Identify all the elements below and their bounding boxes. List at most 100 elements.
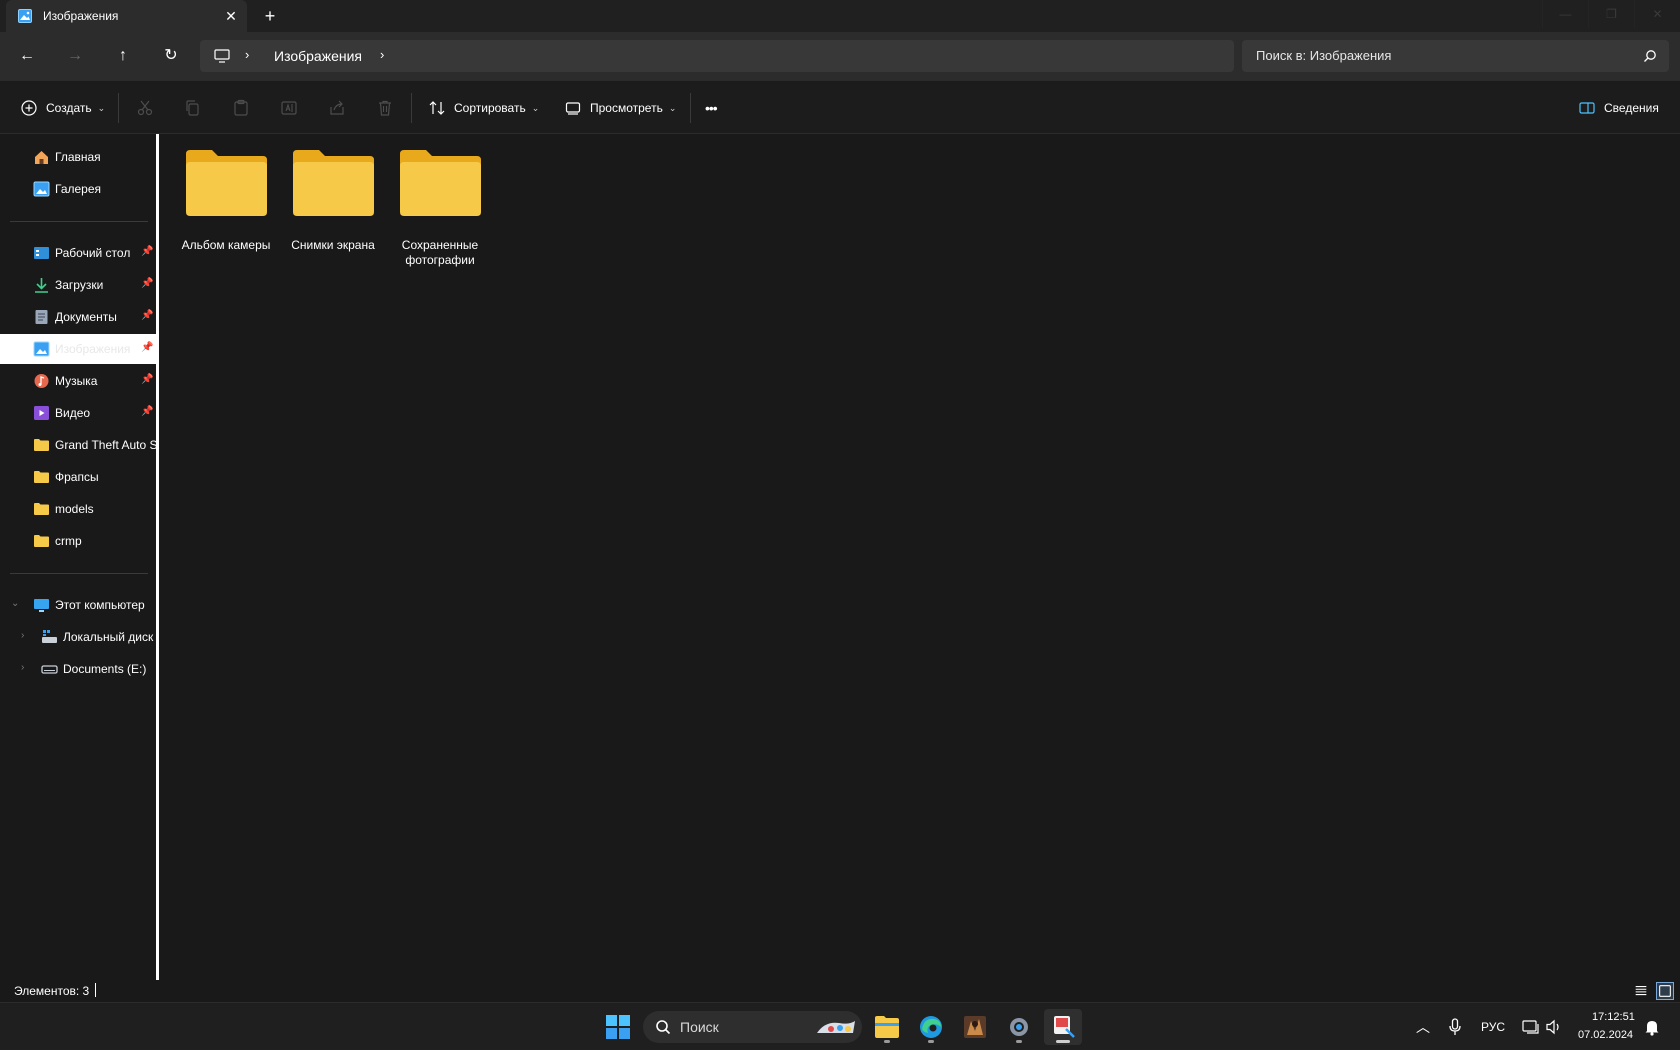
this-pc-icon (34, 599, 49, 612)
details-view-icon[interactable] (1632, 982, 1650, 1000)
clock-date[interactable]: 07.02.2024 (1578, 1029, 1633, 1041)
sidebar-item-downloads[interactable]: Загрузки 📌 (0, 270, 156, 300)
sidebar-item-desktop[interactable]: Рабочий стол 📌 (0, 238, 156, 268)
sidebar-item-home[interactable]: Главная (0, 142, 156, 172)
folder-icon (34, 535, 49, 547)
chevron-right-icon[interactable]: › (21, 662, 24, 673)
share-icon[interactable] (328, 99, 346, 117)
breadcrumb-location[interactable]: Изображения (274, 48, 362, 64)
rename-icon[interactable] (280, 99, 298, 117)
close-window-button[interactable]: ✕ (1634, 0, 1680, 28)
sidebar-item-pictures[interactable]: Изображения 📌 (0, 334, 156, 364)
taskbar-edge[interactable] (912, 1009, 950, 1045)
chevron-down-icon: ⌄ (97, 102, 106, 113)
pin-icon[interactable]: 📌 (141, 342, 153, 353)
sidebar-item-documents[interactable]: Документы 📌 (0, 302, 156, 332)
search-highlight-icon (817, 1021, 855, 1033)
taskbar-snipping-tool[interactable] (1044, 1009, 1082, 1045)
close-icon[interactable]: ✕ (222, 7, 240, 25)
create-label: Создать (46, 101, 92, 115)
videos-icon (34, 406, 49, 420)
folder-icon (34, 503, 49, 515)
maximize-button[interactable]: ❐ (1588, 0, 1634, 28)
running-indicator (1016, 1040, 1022, 1043)
sidebar-item-label: Фрапсы (55, 470, 99, 484)
language-indicator[interactable]: РУС (1481, 1020, 1505, 1034)
sidebar-item-models-folder[interactable]: models (0, 494, 156, 524)
back-button[interactable]: ← (14, 44, 40, 68)
cut-icon[interactable] (136, 99, 154, 117)
window-controls: — ❐ ✕ (1542, 0, 1680, 28)
new-tab-button[interactable]: + (260, 6, 280, 26)
breadcrumb-separator[interactable]: › (245, 47, 249, 62)
address-bar[interactable]: › Изображения › (200, 40, 1234, 72)
breadcrumb-separator[interactable]: › (380, 47, 384, 62)
running-indicator (928, 1040, 934, 1043)
view-button[interactable]: Просмотреть ⌄ (564, 96, 676, 120)
search-box[interactable]: Поиск в: Изображения (1242, 40, 1669, 72)
network-icon[interactable] (1522, 1018, 1540, 1036)
sort-button[interactable]: Сортировать ⌄ (428, 96, 539, 120)
plus-circle-icon (21, 100, 37, 116)
divider (690, 93, 691, 123)
sidebar-item-this-pc[interactable]: ⌄ Этот компьютер (0, 590, 156, 620)
chevron-down-icon[interactable]: ⌄ (11, 598, 19, 609)
show-hidden-icons-button[interactable]: ︿ (1416, 1017, 1430, 1037)
downloads-icon (35, 278, 48, 293)
pin-icon[interactable]: 📌 (141, 246, 153, 257)
monitor-icon (214, 49, 230, 63)
folder-icon (293, 150, 374, 216)
more-options-button[interactable]: ••• (705, 96, 718, 120)
volume-icon[interactable] (1545, 1018, 1563, 1036)
taskbar-game-app[interactable] (956, 1009, 994, 1045)
start-button[interactable] (599, 1009, 637, 1045)
tab-pictures[interactable]: Изображения ✕ (6, 0, 247, 32)
sort-label: Сортировать (454, 101, 526, 115)
sidebar-item-documents-drive[interactable]: › Documents (E:) (0, 654, 156, 684)
sidebar-item-local-disk[interactable]: › Локальный диск (0, 622, 156, 652)
sidebar-item-label: Главная (55, 150, 101, 164)
pin-icon[interactable]: 📌 (141, 374, 153, 385)
copy-icon[interactable] (184, 99, 202, 117)
sidebar-item-music[interactable]: Музыка 📌 (0, 366, 156, 396)
taskbar-file-explorer[interactable] (868, 1009, 906, 1045)
sidebar-item-fraps-folder[interactable]: Фрапсы (0, 462, 156, 492)
clock-time[interactable]: 17:12:51 (1592, 1011, 1635, 1023)
sidebar-item-videos[interactable]: Видео 📌 (0, 398, 156, 428)
up-button[interactable]: ↑ (110, 44, 136, 68)
folder-item[interactable]: Сохраненные фотографии (390, 148, 490, 268)
folder-item[interactable]: Снимки экрана (283, 148, 383, 268)
refresh-button[interactable]: ↻ (158, 44, 184, 68)
folder-icon (186, 150, 267, 216)
sidebar-item-gallery[interactable]: Галерея (0, 174, 156, 204)
file-explorer-window: Изображения ✕ + — ❐ ✕ ← → ↑ ↻ › Изображе… (0, 0, 1680, 1002)
taskbar-settings[interactable] (1000, 1009, 1038, 1045)
search-input[interactable]: Поиск в: Изображения (1256, 48, 1391, 63)
paste-icon[interactable] (232, 99, 250, 117)
notification-bell-icon[interactable] (1644, 1018, 1660, 1036)
folder-item[interactable]: Альбом камеры (176, 148, 276, 268)
pictures-icon (18, 9, 32, 23)
minimize-button[interactable]: — (1542, 0, 1588, 28)
pin-icon[interactable]: 📌 (141, 406, 153, 417)
search-icon (1644, 50, 1656, 62)
pin-icon[interactable]: 📌 (141, 278, 153, 289)
sidebar-item-label: Локальный диск (63, 630, 154, 644)
drive-icon (41, 665, 58, 674)
taskbar-search[interactable]: Поиск (643, 1011, 862, 1043)
search-icon (656, 1020, 671, 1035)
details-pane-button[interactable]: Сведения (1578, 96, 1659, 120)
taskbar-search-label: Поиск (680, 1019, 719, 1035)
forward-button[interactable]: → (62, 44, 88, 68)
sidebar-item-gta-folder[interactable]: Grand Theft Auto S (0, 430, 156, 460)
chevron-right-icon[interactable]: › (21, 630, 24, 641)
delete-icon[interactable] (376, 99, 394, 117)
pin-icon[interactable]: 📌 (141, 310, 153, 321)
create-button[interactable]: Создать ⌄ (20, 96, 105, 120)
large-icons-view-icon[interactable] (1656, 982, 1674, 1000)
folder-icon (34, 439, 49, 451)
navigation-bar: ← → ↑ ↻ › Изображения › Поиск в: Изображ… (0, 32, 1680, 80)
divider (10, 573, 148, 574)
sidebar-item-crmp-folder[interactable]: crmp (0, 526, 156, 556)
microphone-icon[interactable] (1448, 1018, 1462, 1036)
